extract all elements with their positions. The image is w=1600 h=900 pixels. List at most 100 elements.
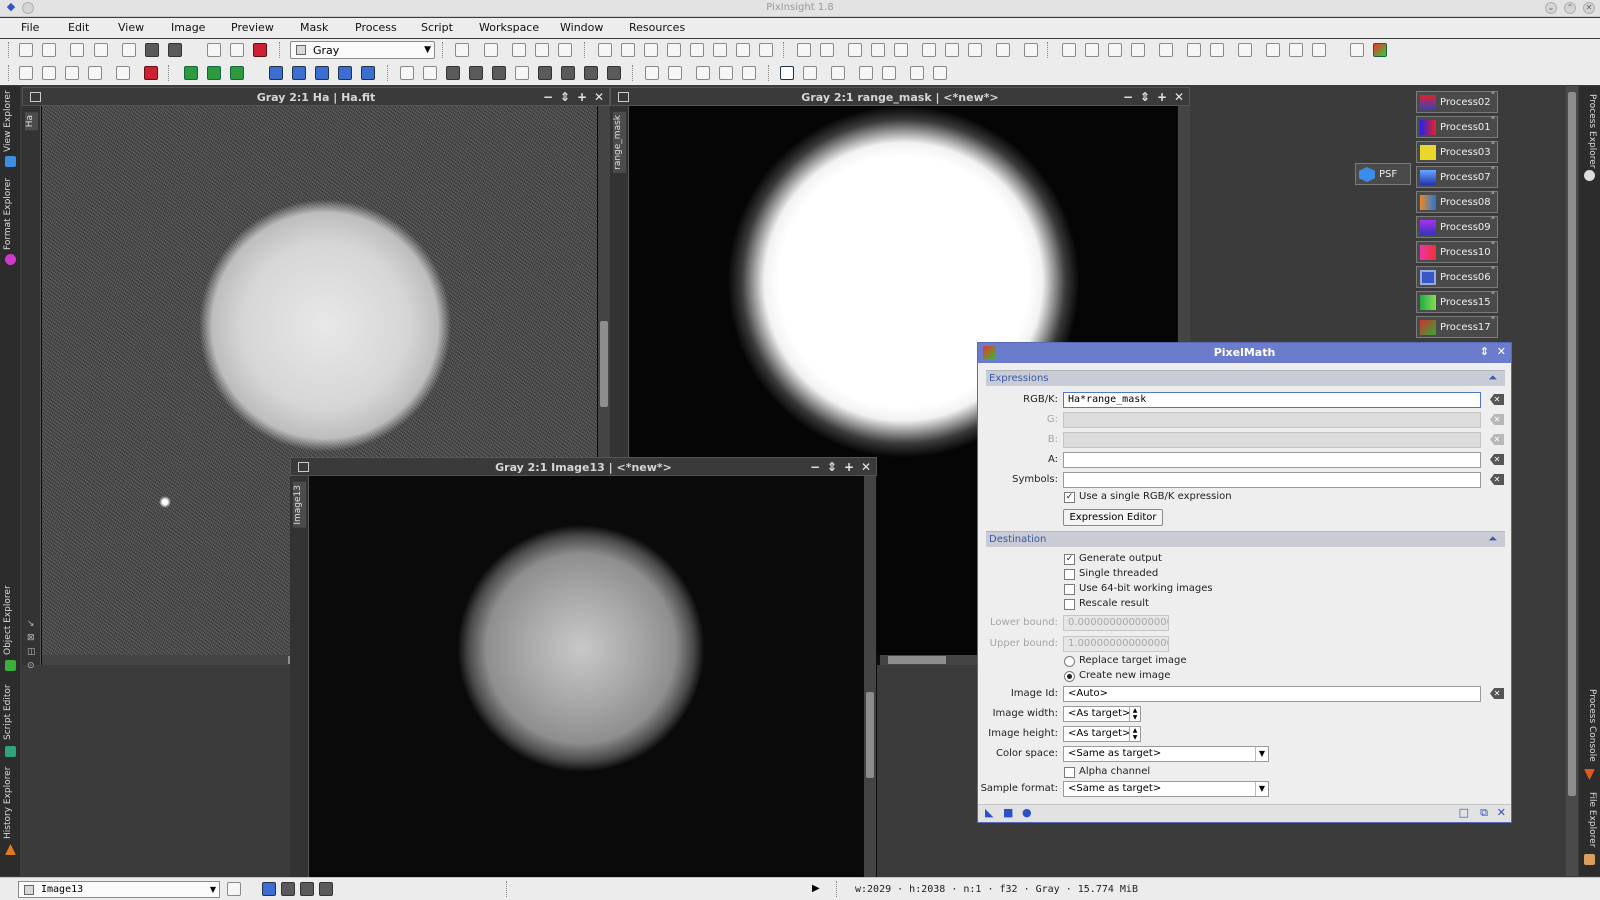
generate-output-checkbox[interactable]: ✓ xyxy=(1064,554,1075,565)
channel-rgb-icon[interactable] xyxy=(262,882,276,896)
new-image-icon[interactable] xyxy=(70,43,84,57)
image-window-image13[interactable]: Gray 2:1 Image13 | <*new*> − ⇕ + ✕ Image… xyxy=(290,457,877,877)
stf-icon[interactable] xyxy=(512,43,526,57)
process-icon-10[interactable] xyxy=(1289,43,1303,57)
color-space-select[interactable]: <Same as target> ▼ xyxy=(1063,746,1269,762)
process-icon-process08[interactable]: Process08 " xyxy=(1416,191,1498,213)
maximize-icon[interactable]: + xyxy=(844,460,854,474)
preview-3-icon[interactable] xyxy=(65,66,79,80)
menu-mask[interactable]: Mask xyxy=(300,21,328,34)
display-7-icon[interactable] xyxy=(584,66,598,80)
preview-1-icon[interactable] xyxy=(19,66,33,80)
rescale-result-checkbox[interactable] xyxy=(1064,599,1075,610)
save-as-icon[interactable] xyxy=(168,43,182,57)
grayscale-icon[interactable] xyxy=(1350,43,1364,57)
process-icon-8[interactable] xyxy=(1238,43,1252,57)
scrollbar-thumb[interactable] xyxy=(866,692,874,778)
destination-section-header[interactable]: Destination ⏶ xyxy=(986,531,1505,547)
display-8-icon[interactable] xyxy=(607,66,621,80)
screen-1-icon[interactable] xyxy=(780,66,794,80)
b-expression-input[interactable] xyxy=(1063,432,1481,448)
stf-link-icon[interactable] xyxy=(535,43,549,57)
view-3-icon[interactable] xyxy=(696,66,710,80)
minimize-icon[interactable]: − xyxy=(810,460,820,474)
screen-5-icon[interactable] xyxy=(882,66,896,80)
clone-view-icon[interactable] xyxy=(455,43,469,57)
image-width-spinbox[interactable]: <As target> ▲ ▼ xyxy=(1063,706,1141,722)
screen-7-icon[interactable] xyxy=(933,66,947,80)
process-icon-process09[interactable]: Process09 " xyxy=(1416,216,1498,238)
mirror-h-icon[interactable] xyxy=(338,66,352,80)
single-threaded-checkbox[interactable] xyxy=(1064,569,1075,580)
display-1-icon[interactable] xyxy=(446,66,460,80)
rgbk-expression-input[interactable]: Ha*range_mask xyxy=(1063,392,1481,408)
zoom-out-icon[interactable] xyxy=(820,43,834,57)
center-icon[interactable] xyxy=(667,43,681,57)
scrollbar-thumb[interactable] xyxy=(888,656,946,664)
tile-icon[interactable] xyxy=(996,43,1010,57)
shade-icon[interactable]: ⇕ xyxy=(1480,345,1489,358)
process-icon-6[interactable] xyxy=(1187,43,1201,57)
process-icon-2[interactable] xyxy=(1085,43,1099,57)
clear-g-icon[interactable]: ✕ xyxy=(1490,414,1504,425)
tab-history-explorer[interactable]: History Explorer xyxy=(3,766,18,840)
display-5-icon[interactable] xyxy=(538,66,552,80)
mirror-v-icon[interactable] xyxy=(361,66,375,80)
rotate-90-icon[interactable] xyxy=(269,66,283,80)
lower-bound-input[interactable]: 0.000000000000000 xyxy=(1063,615,1169,631)
screen-4-icon[interactable] xyxy=(859,66,873,80)
process-icon-process03[interactable]: Process03 " xyxy=(1416,141,1498,163)
clear-b-icon[interactable]: ✕ xyxy=(1490,434,1504,445)
scrollbar-thumb[interactable] xyxy=(600,321,608,407)
channel-r-icon[interactable] xyxy=(281,882,295,896)
display-6-icon[interactable] xyxy=(561,66,575,80)
process-icon-process10[interactable]: Process10 " xyxy=(1416,241,1498,263)
close-icon[interactable]: ✕ xyxy=(861,460,871,474)
process-icon-9[interactable] xyxy=(1266,43,1280,57)
cascade-icon[interactable] xyxy=(1024,43,1038,57)
zoom-fit-icon[interactable] xyxy=(848,43,862,57)
colorspace-select[interactable]: Gray ▼ xyxy=(290,41,435,59)
process-icon-7[interactable] xyxy=(1210,43,1224,57)
menu-script[interactable]: Script xyxy=(421,21,453,34)
view-1-icon[interactable] xyxy=(645,66,659,80)
single-expression-checkbox[interactable]: ✓ xyxy=(1064,492,1075,503)
channel-b-icon[interactable] xyxy=(319,882,333,896)
upper-bound-input[interactable]: 1.000000000000000 xyxy=(1063,636,1169,652)
undo-icon[interactable] xyxy=(19,43,33,57)
shade-icon[interactable]: ⇕ xyxy=(827,460,837,474)
process-icon-5[interactable] xyxy=(1159,43,1173,57)
menu-window[interactable]: Window xyxy=(560,21,603,34)
menu-edit[interactable]: Edit xyxy=(68,21,89,34)
workspace-scrollbar[interactable] xyxy=(1566,86,1578,876)
collapse-icon[interactable]: ⏶ xyxy=(1488,371,1497,385)
menu-file[interactable]: File xyxy=(21,21,39,34)
stf-reset-icon[interactable] xyxy=(558,43,572,57)
tab-file-explorer[interactable]: File Explorer xyxy=(1582,790,1597,850)
process-icon-process17[interactable]: Process17 " xyxy=(1416,316,1498,338)
menu-process[interactable]: Process xyxy=(355,21,397,34)
geometry-2-icon[interactable] xyxy=(207,66,221,80)
mask-color-icon[interactable] xyxy=(253,43,267,57)
browse-doc-icon[interactable]: □ xyxy=(1459,806,1469,819)
zoom-mode-icon[interactable] xyxy=(621,43,635,57)
close-icon[interactable]: ✕ xyxy=(1174,90,1184,104)
maximize-icon[interactable]: + xyxy=(577,90,587,104)
process-icon-11[interactable] xyxy=(1312,43,1326,57)
mask-invert-icon[interactable] xyxy=(230,43,244,57)
close-icon[interactable]: ✕ xyxy=(594,90,604,104)
image13-canvas[interactable] xyxy=(310,476,863,877)
view-4-icon[interactable] xyxy=(719,66,733,80)
view-5-icon[interactable] xyxy=(742,66,756,80)
replace-target-radio[interactable] xyxy=(1064,656,1075,667)
zoom-1-2-icon[interactable] xyxy=(894,43,908,57)
window-title-bar[interactable]: Gray 2:1 range_mask | <*new*> − ⇕ + ✕ xyxy=(610,87,1190,106)
process-icon-4[interactable] xyxy=(1131,43,1145,57)
rotate-270-icon[interactable] xyxy=(292,66,306,80)
readout-cursor-icon[interactable] xyxy=(598,43,612,57)
use-64bit-checkbox[interactable] xyxy=(1064,584,1075,595)
g-expression-input[interactable] xyxy=(1063,412,1481,428)
geometry-1-icon[interactable] xyxy=(184,66,198,80)
process-icon-process07[interactable]: Process07 " xyxy=(1416,166,1498,188)
display-2-icon[interactable] xyxy=(469,66,483,80)
